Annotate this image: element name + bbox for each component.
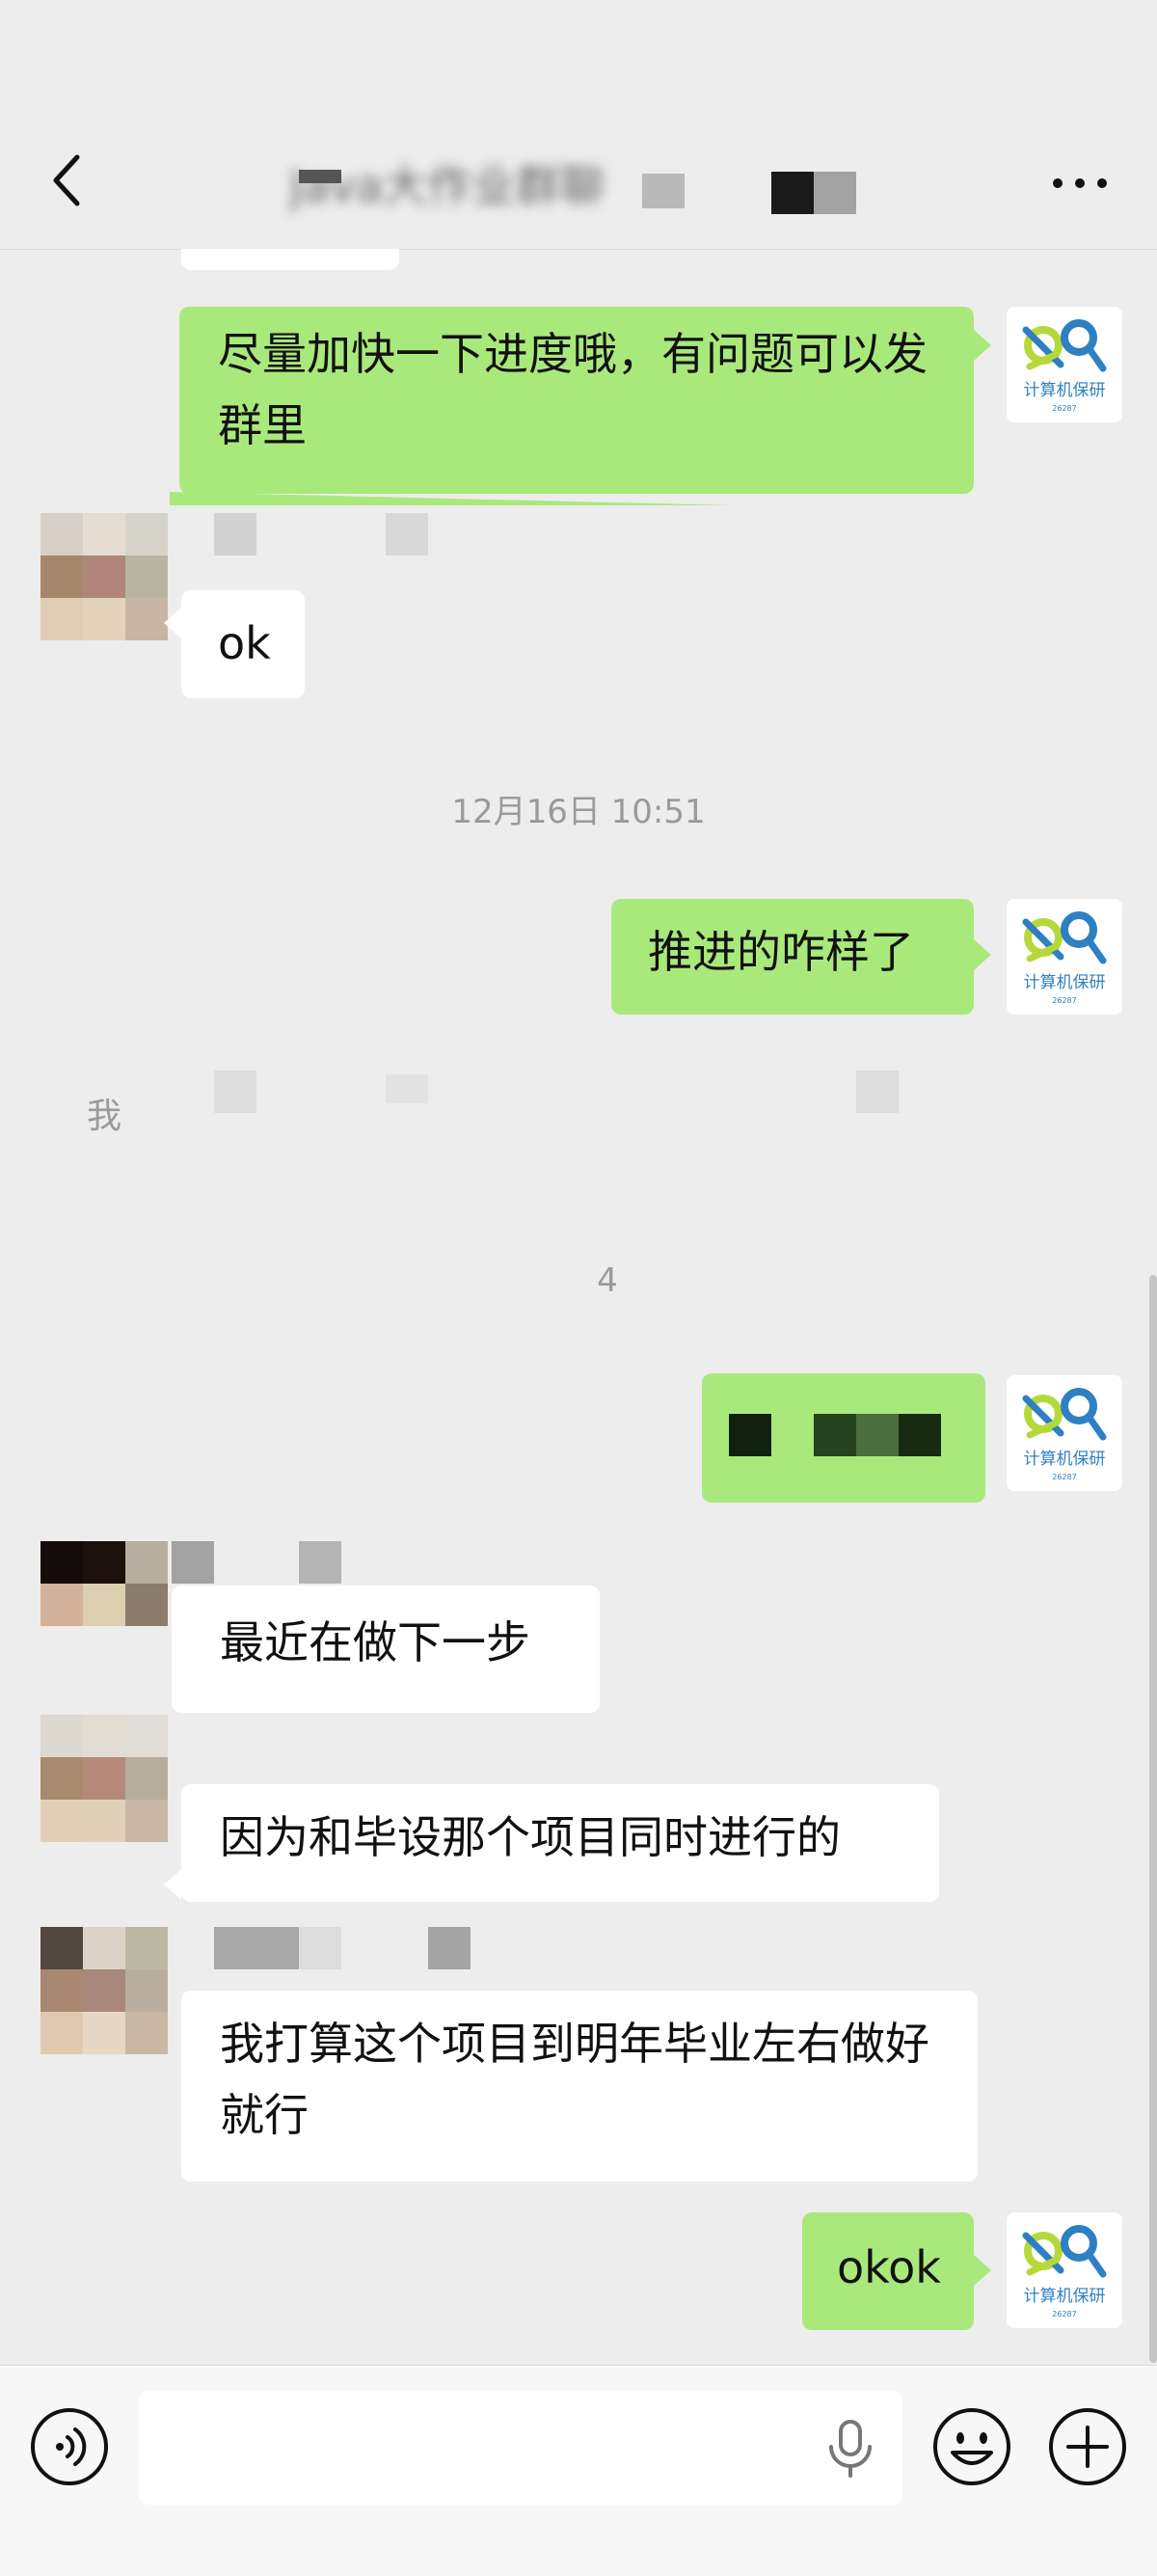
sender-name-mosaic <box>299 1541 341 1584</box>
brand-logo-icon: 计算机保研 26287 <box>1022 2225 1107 2318</box>
my-avatar[interactable]: 计算机保研 26287 <box>1007 307 1122 422</box>
message-bubble-received[interactable]: ok <box>181 590 305 698</box>
bubble-tail <box>974 2255 991 2286</box>
message-mosaic <box>856 1414 899 1456</box>
sender-name-mosaic <box>214 513 256 556</box>
system-notice: 我 <box>87 1097 122 1136</box>
message-bubble-received[interactable]: 最近在做下一步 <box>172 1586 600 1713</box>
message-text: 最近在做下一步 <box>220 1616 530 1668</box>
my-avatar[interactable]: 计算机保研 26287 <box>1007 2212 1122 2328</box>
brand-logo-label: 计算机保研 <box>1024 381 1106 400</box>
contact-avatar[interactable] <box>40 1541 175 1670</box>
title-mosaic-2 <box>642 174 685 208</box>
voice-icon <box>31 2408 108 2485</box>
brand-logo-sub: 26287 <box>1052 1473 1076 1481</box>
system-notice-mosaic <box>856 1071 899 1113</box>
voice-button[interactable] <box>29 2406 110 2487</box>
message-mosaic <box>814 1414 856 1456</box>
message-bubble-partial <box>181 249 399 270</box>
title-mosaic-4 <box>814 172 856 214</box>
my-avatar[interactable]: 计算机保研 26287 <box>1007 1375 1122 1491</box>
redacted-strip <box>170 492 735 505</box>
message-input[interactable] <box>139 2391 902 2505</box>
microphone-icon <box>829 2420 872 2478</box>
message-text: 尽量加快一下进度哦，有问题可以发群里 <box>218 328 928 451</box>
chevron-left-icon <box>53 154 80 206</box>
plus-icon <box>1049 2408 1126 2485</box>
system-notice-mosaic <box>386 1074 428 1103</box>
title-mosaic-3 <box>771 172 814 214</box>
more-actions-button[interactable] <box>1047 2406 1128 2487</box>
chat-title-text: Java大作业群聊 <box>289 162 605 210</box>
back-button[interactable] <box>39 147 96 214</box>
brand-logo-label: 计算机保研 <box>1024 2287 1106 2306</box>
timestamp: 4 <box>597 1261 618 1300</box>
brand-logo-icon: 计算机保研 26287 <box>1022 1388 1107 1481</box>
timestamp: 12月16日 10:51 <box>451 793 706 831</box>
contact-avatar[interactable] <box>40 1715 175 1844</box>
title-mosaic-1 <box>299 170 341 183</box>
brand-logo-sub: 26287 <box>1052 2310 1076 2318</box>
system-notice-mosaic <box>214 1071 256 1113</box>
more-horizontal-icon <box>1053 178 1107 188</box>
message-bubble-received[interactable]: 因为和毕设那个项目同时进行的 <box>181 1784 939 1902</box>
sender-name-mosaic <box>214 1927 299 1969</box>
message-bubble-sent[interactable]: 推进的咋样了 <box>611 899 974 1015</box>
message-text: okok <box>837 2241 941 2293</box>
message-bubble-received[interactable]: 我打算这个项目到明年毕业左右做好就行 <box>181 1991 978 2182</box>
sender-name-mosaic <box>386 513 428 556</box>
scrollbar[interactable] <box>1149 1275 1157 2363</box>
message-mosaic <box>899 1414 941 1456</box>
more-button[interactable] <box>1041 154 1118 212</box>
message-bubble-sent[interactable]: 尽量加快一下进度哦，有问题可以发群里 <box>179 307 974 494</box>
emoji-icon <box>933 2408 1010 2485</box>
brand-logo-icon: 计算机保研 26287 <box>1022 911 1107 1005</box>
input-bar <box>0 2365 1157 2576</box>
brand-logo-icon: 计算机保研 26287 <box>1022 319 1107 413</box>
brand-logo-label: 计算机保研 <box>1024 1450 1106 1469</box>
bubble-tail <box>974 330 991 361</box>
chat-header: Java大作业群聊 <box>0 0 1157 250</box>
message-text: 推进的咋样了 <box>648 926 914 978</box>
message-bubble-sent[interactable]: okok <box>802 2212 974 2330</box>
sender-name-mosaic <box>299 1927 341 1969</box>
contact-avatar[interactable] <box>40 513 175 642</box>
message-text: 因为和毕设那个项目同时进行的 <box>220 1811 841 1863</box>
emoji-button[interactable] <box>931 2406 1012 2487</box>
my-avatar[interactable]: 计算机保研 26287 <box>1007 899 1122 1015</box>
sender-name-mosaic <box>172 1541 214 1584</box>
mic-button[interactable] <box>825 2420 875 2478</box>
brand-logo-sub: 26287 <box>1052 404 1076 413</box>
brand-logo-label: 计算机保研 <box>1024 973 1106 992</box>
contact-avatar[interactable] <box>40 1927 175 2056</box>
chat-title: Java大作业群聊 <box>289 152 868 220</box>
brand-logo-sub: 26287 <box>1052 996 1076 1005</box>
message-text: 我打算这个项目到明年毕业左右做好就行 <box>220 2018 929 2141</box>
message-text: ok <box>218 617 271 669</box>
sender-name-mosaic <box>428 1927 471 1969</box>
bubble-tail <box>164 1869 181 1900</box>
bubble-tail <box>164 608 181 638</box>
message-mosaic <box>729 1414 771 1456</box>
message-list[interactable]: 尽量加快一下进度哦，有问题可以发群里 计算机保研 26287 ok 12月16日… <box>0 249 1157 2365</box>
bubble-tail <box>974 939 991 970</box>
